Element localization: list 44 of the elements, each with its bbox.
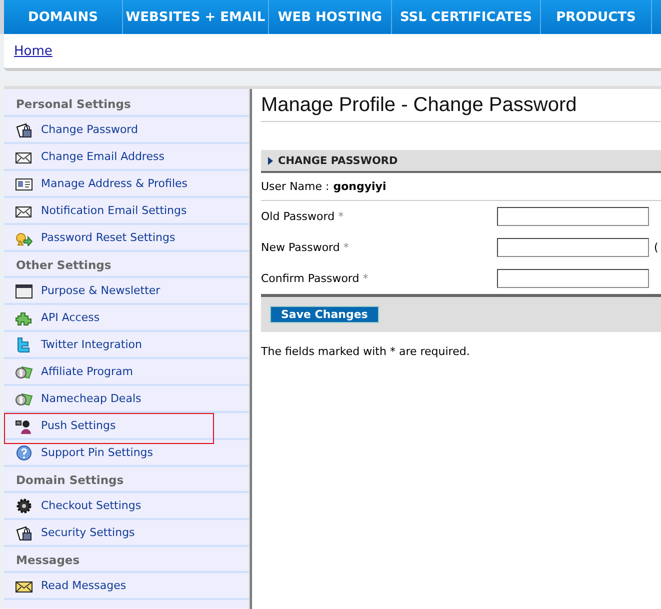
sidebar-item[interactable]: Namecheap Deals: [4, 386, 249, 413]
money-icon: [15, 364, 33, 380]
user-name-label: User Name :: [261, 180, 330, 193]
password-field[interactable]: [497, 269, 649, 288]
section-heading: Domain Settings: [4, 467, 249, 493]
sidebar-item[interactable]: Affiliate Program: [4, 359, 249, 386]
sidebar-item[interactable]: Manage Address & Profiles: [4, 171, 249, 198]
person-icon: [15, 418, 33, 434]
password-field[interactable]: [497, 238, 649, 257]
sidebar-item[interactable]: Checkout Settings: [4, 493, 249, 520]
gear-icon: [15, 498, 33, 514]
section-heading: Messages: [4, 547, 249, 573]
save-button[interactable]: Save Changes: [270, 306, 379, 323]
required-note: The fields marked with * are required.: [261, 345, 471, 358]
sidebar-item[interactable]: Security Settings: [4, 520, 249, 547]
triangle-icon: [268, 156, 273, 164]
password-field[interactable]: [497, 207, 649, 226]
id-card-icon: [15, 176, 33, 192]
page-title: Manage Profile - Change Password: [261, 89, 661, 122]
sidebar-item[interactable]: API Access: [4, 305, 249, 332]
field-label: Old Password *: [261, 210, 345, 223]
field-label: New Password *: [261, 241, 350, 254]
lock-icon: [15, 122, 33, 138]
section-heading: Personal Settings: [4, 89, 249, 117]
field-label: Confirm Password *: [261, 272, 370, 285]
sidebar-item[interactable]: Purpose & Newsletter: [4, 278, 249, 305]
window-icon: [15, 282, 33, 298]
sidebar-item[interactable]: Twitter Integration: [4, 332, 249, 359]
sidebar-item[interactable]: Push Settings: [4, 413, 249, 440]
help-icon: [15, 444, 33, 460]
sidebar-item[interactable]: Change Password: [4, 117, 249, 144]
money-icon: [15, 390, 33, 406]
sidebar-item[interactable]: Support Pin Settings: [4, 440, 249, 467]
puzzle-icon: [15, 310, 33, 326]
field-hint: (: [654, 241, 658, 254]
home-link[interactable]: Home: [14, 44, 52, 58]
sidebar-item[interactable]: Read Messages: [4, 573, 249, 600]
sidebar-item[interactable]: Notification Email Settings: [4, 198, 249, 225]
sidebar-item[interactable]: Password Reset Settings: [4, 225, 249, 252]
sidebar-item[interactable]: Change Email Address: [4, 144, 249, 171]
section-title: CHANGE PASSWORD: [278, 154, 398, 166]
lock-icon: [15, 524, 33, 540]
user-name-value: gongyiyi: [333, 180, 386, 193]
section-heading: Other Settings: [4, 252, 249, 278]
